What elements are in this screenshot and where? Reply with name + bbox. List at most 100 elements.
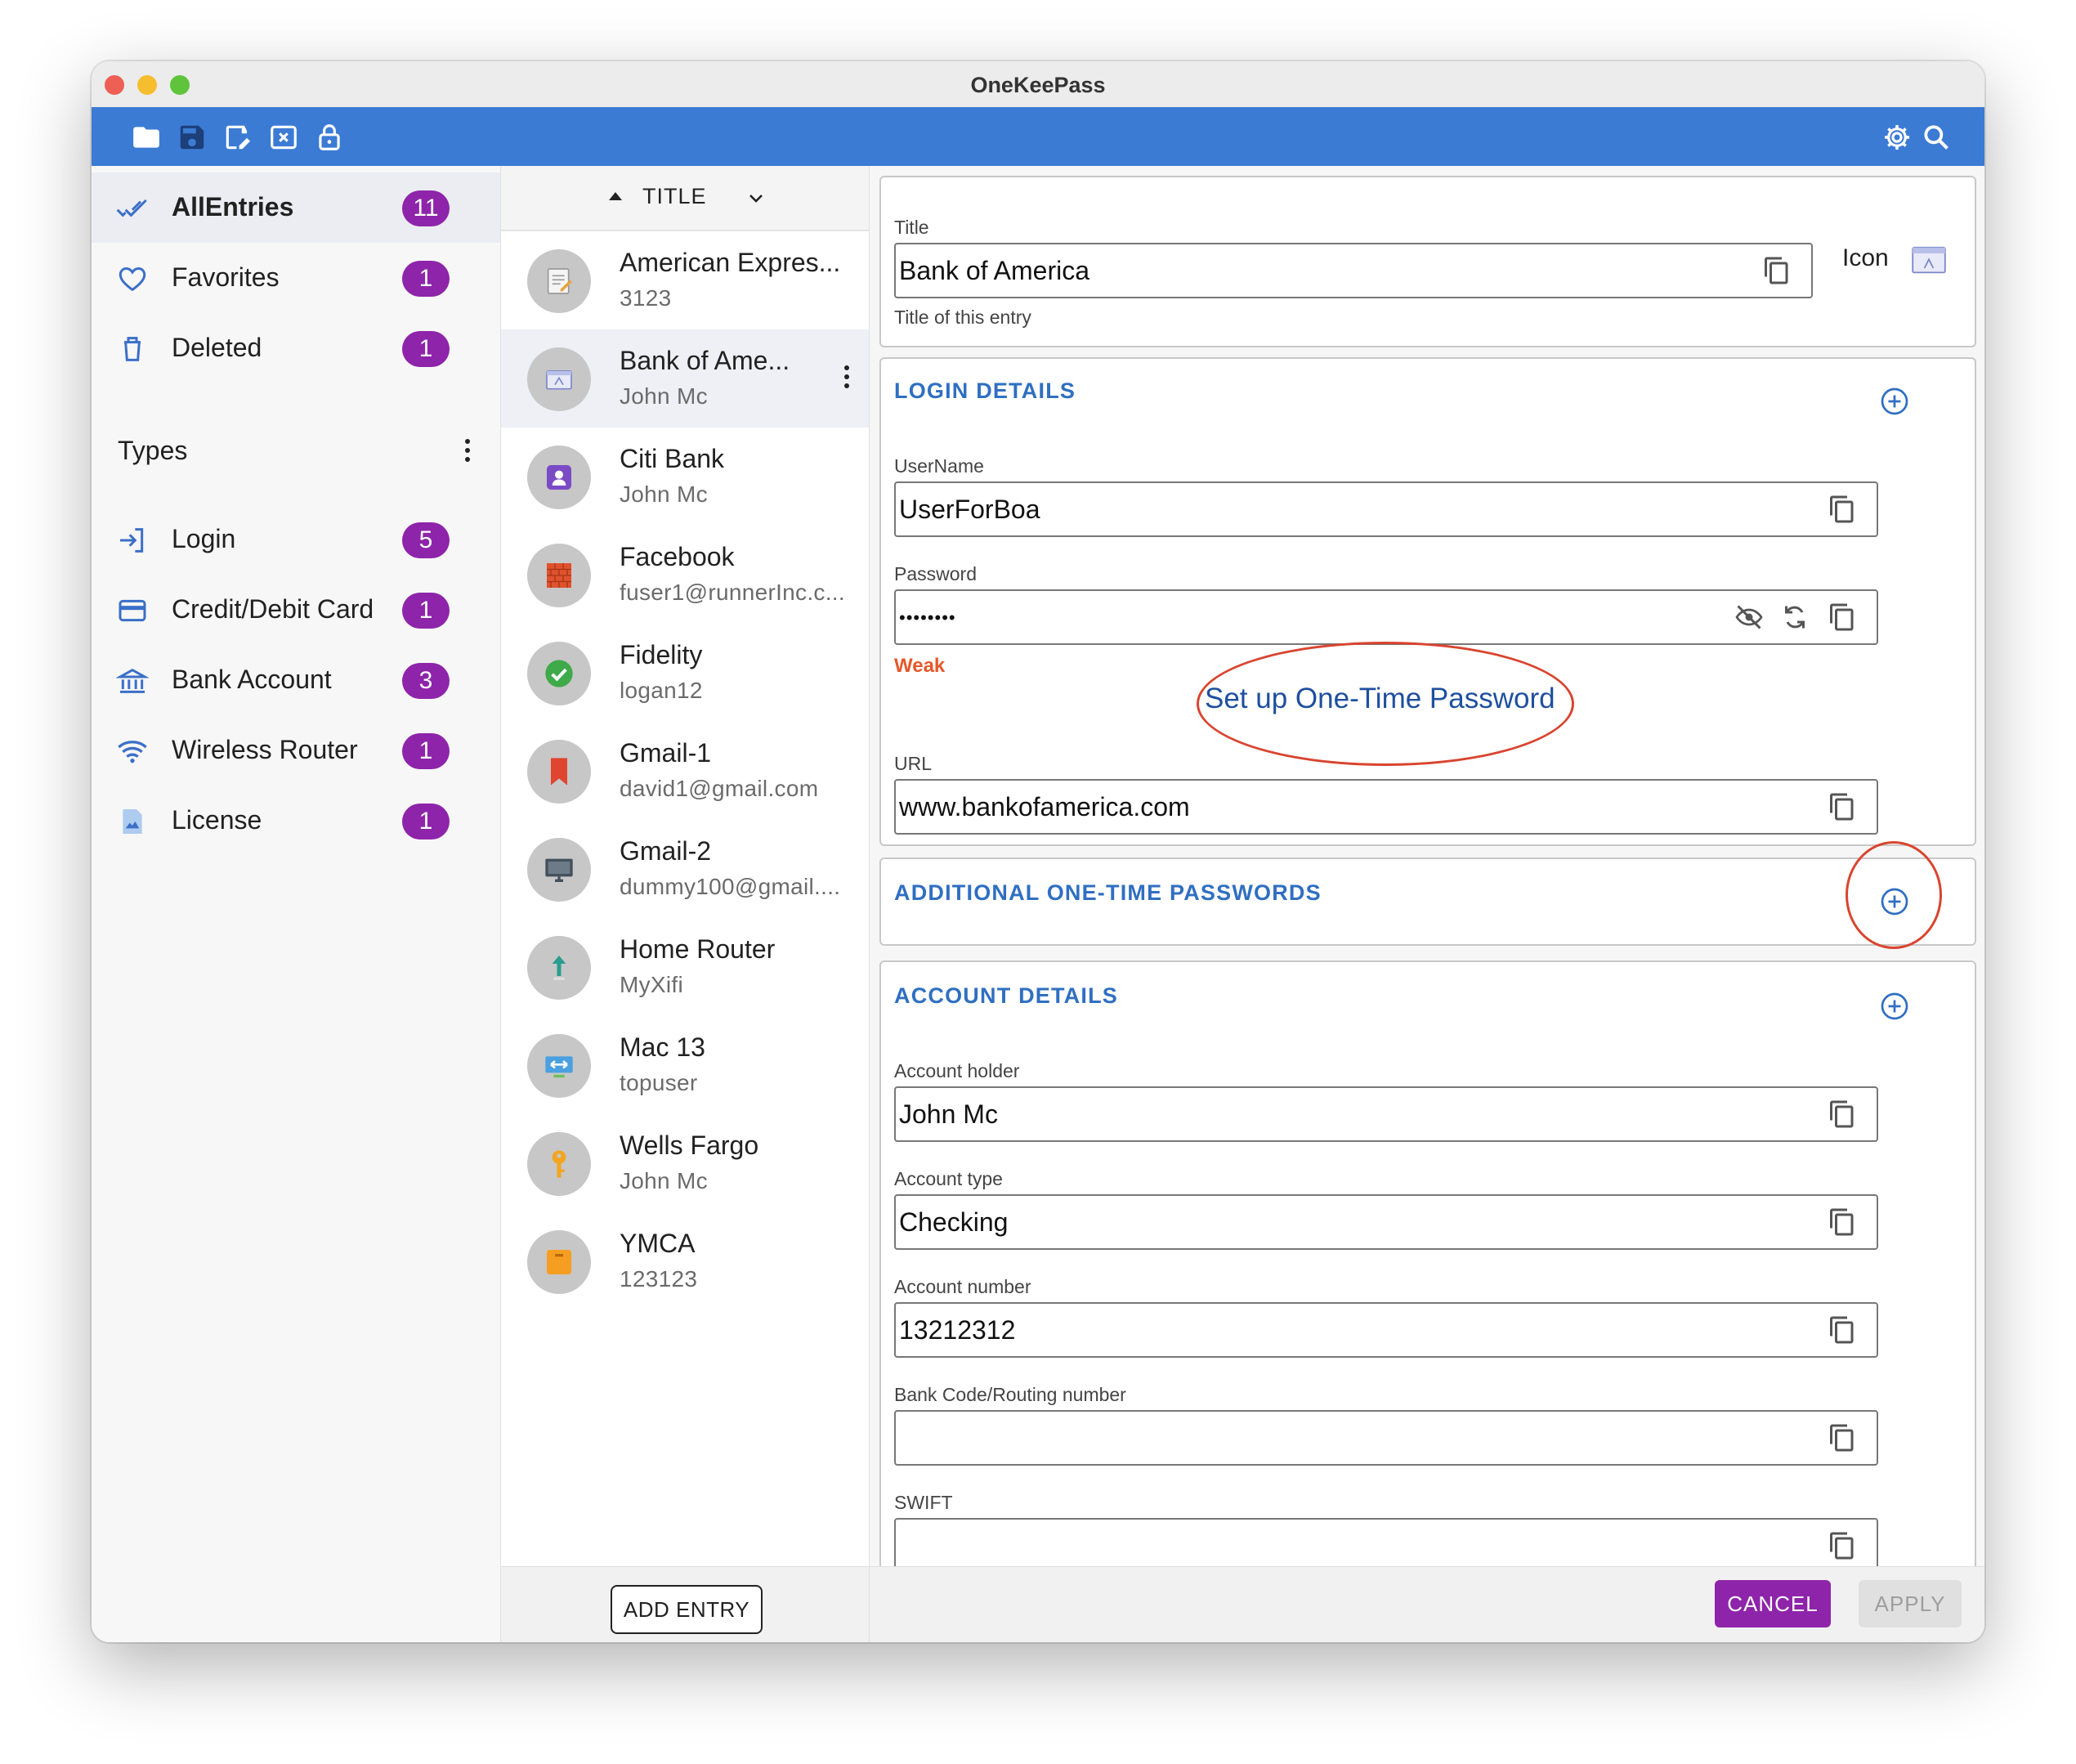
account-holder-value: John Mc	[899, 1099, 998, 1129]
heart-icon	[116, 262, 149, 295]
copy-icon[interactable]	[1828, 602, 1857, 632]
entry-title: Facebook	[620, 542, 735, 571]
types-heading: Types	[118, 436, 188, 465]
chevron-down-icon[interactable]	[746, 189, 766, 208]
sidebar-item-label: License	[172, 805, 262, 835]
count-badge: 11	[402, 190, 450, 226]
sidebar-item-wireless-router[interactable]: Wireless Router 1	[92, 715, 500, 786]
sort-field-label: TITLE	[642, 184, 707, 208]
contact-card-icon	[527, 445, 591, 509]
password-strength: Weak	[894, 655, 946, 677]
save-icon[interactable]	[177, 122, 208, 153]
sidebar-item-bank-account[interactable]: Bank Account 3	[92, 645, 500, 715]
account-type-label: Account type	[894, 1168, 1003, 1189]
add-field-icon[interactable]	[1880, 387, 1909, 416]
list-item[interactable]: Mac 13 topuser	[501, 1016, 869, 1114]
entry-more-icon[interactable]	[843, 365, 851, 395]
account-details-card: ACCOUNT DETAILS Account holder John Mc A…	[879, 960, 1976, 1601]
entry-detail-pane: Title Bank of America Title of this entr…	[870, 166, 1984, 1642]
list-item[interactable]: Facebook fuser1@runnerInc.c...	[501, 526, 869, 624]
sidebar-item-credit-debit-card[interactable]: Credit/Debit Card 1	[92, 575, 500, 645]
entry-subtitle: logan12	[620, 678, 703, 703]
sort-ascending-icon[interactable]	[609, 192, 622, 200]
list-sort-header[interactable]: TITLE	[501, 166, 869, 231]
lock-icon[interactable]	[314, 122, 345, 153]
list-item[interactable]: Citi Bank John Mc	[501, 428, 869, 526]
settings-icon[interactable]	[1881, 122, 1913, 153]
add-entry-button[interactable]: ADD ENTRY	[611, 1585, 763, 1634]
types-more-icon[interactable]	[463, 439, 472, 468]
search-icon[interactable]	[1921, 122, 1952, 153]
list-item[interactable]: Bank of Ame... John Mc	[501, 329, 869, 428]
url-value: www.bankofamerica.com	[899, 792, 1190, 822]
copy-icon[interactable]	[1828, 1099, 1857, 1129]
additional-otp-card: ADDITIONAL ONE-TIME PASSWORDS	[879, 841, 1976, 949]
username-value: UserForBoa	[899, 495, 1040, 524]
generate-password-icon[interactable]	[1780, 602, 1810, 632]
account-holder-label: Account holder	[894, 1060, 1020, 1081]
list-footer: ADD ENTRY	[501, 1566, 869, 1642]
title-field[interactable]: Bank of America	[894, 243, 1813, 298]
license-icon	[116, 805, 149, 838]
list-item[interactable]: YMCA 123123	[501, 1212, 869, 1310]
account-type-field[interactable]: Checking	[894, 1194, 1878, 1250]
copy-icon[interactable]	[1828, 1531, 1857, 1560]
sidebar-item-label: Bank Account	[172, 665, 332, 694]
save-as-icon[interactable]	[222, 122, 253, 153]
close-database-icon[interactable]	[268, 122, 299, 153]
detail-footer: CANCEL APPLY	[870, 1566, 1984, 1642]
title-field-value: Bank of America	[899, 256, 1089, 285]
entry-subtitle: 123123	[620, 1266, 698, 1292]
count-badge: 3	[402, 663, 450, 699]
annotation-ellipse-add-otp	[1846, 841, 1942, 949]
entry-icon-picker[interactable]	[1911, 246, 1947, 275]
sidebar-item-label: Credit/Debit Card	[172, 594, 374, 624]
transfer-icon	[527, 1034, 591, 1098]
key-icon	[527, 1132, 591, 1196]
list-item[interactable]: Home Router MyXifi	[501, 918, 869, 1016]
cancel-button[interactable]: CANCEL	[1715, 1580, 1831, 1627]
wifi-icon	[116, 735, 149, 768]
visibility-off-icon[interactable]	[1734, 602, 1764, 632]
account-holder-field[interactable]: John Mc	[894, 1086, 1878, 1142]
icon-label: Icon	[1842, 244, 1889, 271]
sidebar-item-license[interactable]: License 1	[92, 786, 500, 856]
entry-title: Mac 13	[620, 1032, 705, 1062]
title-field-helper: Title of this entry	[894, 307, 1031, 328]
copy-icon[interactable]	[1762, 256, 1792, 285]
swift-field[interactable]	[894, 1518, 1878, 1574]
copy-icon[interactable]	[1828, 495, 1857, 524]
sidebar-item-login[interactable]: Login 5	[92, 504, 500, 575]
username-label: UserName	[894, 455, 984, 477]
list-item[interactable]: Gmail-2 dummy100@gmail....	[501, 820, 869, 918]
routing-number-field[interactable]	[894, 1410, 1878, 1466]
copy-icon[interactable]	[1828, 1315, 1857, 1345]
apply-button[interactable]: APPLY	[1859, 1580, 1962, 1627]
window-title: OneKeePass	[970, 73, 1106, 97]
copy-icon[interactable]	[1828, 792, 1857, 822]
url-field[interactable]: www.bankofamerica.com	[894, 779, 1878, 835]
sidebar: AllEntries 11 Favorites 1 Deleted 1 Type…	[92, 166, 501, 1642]
sidebar-item-allentries[interactable]: AllEntries 11	[92, 172, 500, 243]
copy-icon[interactable]	[1828, 1423, 1857, 1453]
swift-label: SWIFT	[894, 1492, 953, 1513]
sidebar-item-favorites[interactable]: Favorites 1	[92, 243, 500, 313]
sidebar-item-deleted[interactable]: Deleted 1	[92, 313, 500, 383]
list-item[interactable]: Wells Fargo John Mc	[501, 1114, 869, 1212]
entry-subtitle: dummy100@gmail....	[620, 874, 841, 899]
count-badge: 1	[402, 733, 450, 769]
count-badge: 1	[402, 331, 450, 367]
password-field[interactable]: ••••••••	[894, 589, 1878, 645]
add-field-icon[interactable]	[1880, 992, 1909, 1021]
credit-card-icon	[116, 594, 149, 627]
list-item[interactable]: Gmail-1 david1@gmail.com	[501, 722, 869, 820]
list-item[interactable]: American Expres... 3123	[501, 231, 869, 329]
copy-icon[interactable]	[1828, 1207, 1857, 1237]
title-bar: OneKeePass	[92, 61, 1984, 108]
title-card: Title Bank of America Title of this entr…	[879, 176, 1976, 347]
list-item[interactable]: Fidelity logan12	[501, 624, 869, 722]
account-number-field[interactable]: 13212312	[894, 1302, 1878, 1358]
bookmark-icon	[527, 740, 591, 804]
username-field[interactable]: UserForBoa	[894, 481, 1878, 537]
folder-open-icon[interactable]	[131, 122, 162, 153]
